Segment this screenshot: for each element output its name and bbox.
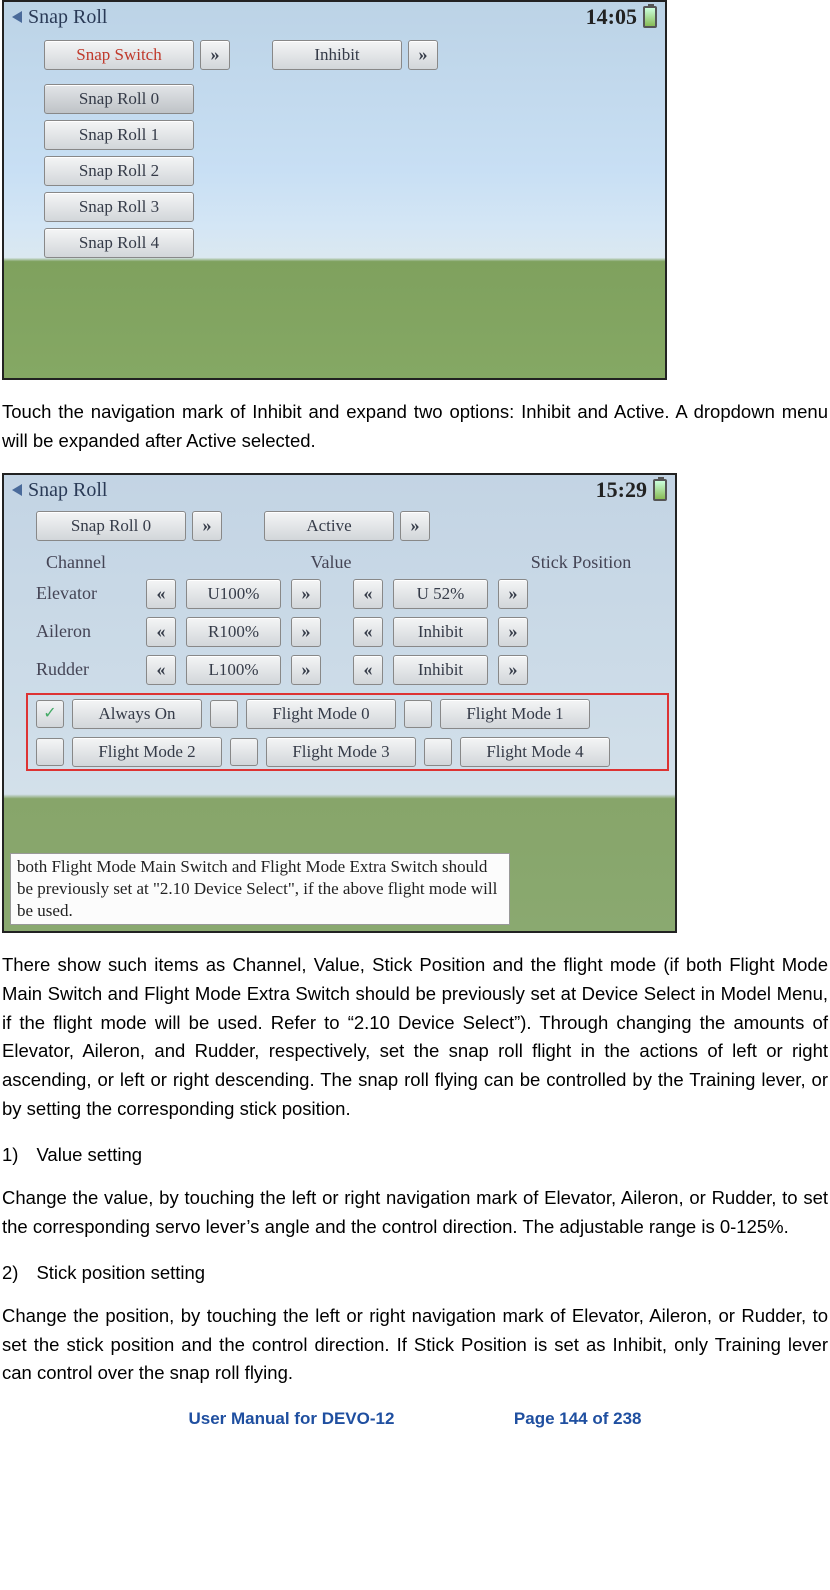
footer-manual-title: User Manual for DEVO-12: [189, 1409, 395, 1428]
clock: 14:05: [586, 0, 637, 34]
chevron-right-icon[interactable]: »: [498, 655, 528, 685]
chevron-right-icon[interactable]: »: [498, 579, 528, 609]
page-footer: User Manual for DEVO-12 Page 144 of 238: [2, 1406, 828, 1432]
section-heading-1: 1)Value setting: [2, 1141, 828, 1170]
back-icon[interactable]: [12, 11, 22, 23]
section-heading-2: 2)Stick position setting: [2, 1259, 828, 1288]
flight-mode-1-checkbox[interactable]: [404, 700, 432, 728]
chevron-right-icon[interactable]: »: [200, 40, 230, 70]
mode-flight-3[interactable]: Flight Mode 3: [266, 737, 416, 767]
flight-mode-2-checkbox[interactable]: [36, 738, 64, 766]
flight-mode-4-checkbox[interactable]: [424, 738, 452, 766]
back-icon[interactable]: [12, 484, 22, 496]
active-button[interactable]: Active: [264, 511, 394, 541]
footer-page-number: Page 144 of 238: [514, 1409, 642, 1428]
mode-always-on[interactable]: Always On: [72, 699, 202, 729]
channel-row-rudder: Rudder « L100% » « Inhibit »: [36, 655, 528, 685]
inhibit-button[interactable]: Inhibit: [272, 40, 402, 70]
list-item[interactable]: Snap Roll 1: [44, 120, 194, 150]
battery-icon: [653, 479, 667, 501]
mode-flight-0[interactable]: Flight Mode 0: [246, 699, 396, 729]
channel-label: Aileron: [36, 618, 136, 646]
stick-position-field[interactable]: Inhibit: [393, 655, 488, 685]
battery-icon: [643, 6, 657, 28]
chevron-right-icon[interactable]: »: [291, 617, 321, 647]
snap-switch-button[interactable]: Snap Switch: [44, 40, 194, 70]
screenshot-snap-roll-inhibit: Snap Roll 14:05 Snap Switch » Inhibit » …: [2, 0, 667, 380]
list-item[interactable]: Snap Roll 3: [44, 192, 194, 222]
body-paragraph: Change the position, by touching the lef…: [2, 1302, 828, 1388]
snap-roll-selector[interactable]: Snap Roll 0: [36, 511, 186, 541]
status-bar: Snap Roll 15:29: [4, 475, 675, 505]
header-channel: Channel: [46, 549, 166, 577]
chevron-right-icon[interactable]: »: [192, 511, 222, 541]
list-item[interactable]: Snap Roll 4: [44, 228, 194, 258]
channel-label: Rudder: [36, 656, 136, 684]
screen-title: Snap Roll: [28, 2, 107, 33]
channel-label: Elevator: [36, 580, 136, 608]
chevron-right-icon[interactable]: »: [291, 655, 321, 685]
body-paragraph: Change the value, by touching the left o…: [2, 1184, 828, 1241]
chevron-right-icon[interactable]: »: [498, 617, 528, 647]
body-paragraph: There show such items as Channel, Value,…: [2, 951, 828, 1123]
status-bar: Snap Roll 14:05: [4, 2, 665, 32]
channel-row-elevator: Elevator « U100% » « U 52% »: [36, 579, 528, 609]
chevron-left-icon[interactable]: «: [353, 579, 383, 609]
header-value: Value: [256, 549, 406, 577]
chevron-right-icon[interactable]: »: [400, 511, 430, 541]
channel-row-aileron: Aileron « R100% » « Inhibit »: [36, 617, 528, 647]
header-stick-position: Stick Position: [496, 549, 666, 577]
list-item[interactable]: Snap Roll 2: [44, 156, 194, 186]
value-field[interactable]: U100%: [186, 579, 281, 609]
body-paragraph: Touch the navigation mark of Inhibit and…: [2, 398, 828, 455]
chevron-right-icon[interactable]: »: [291, 579, 321, 609]
mode-flight-1[interactable]: Flight Mode 1: [440, 699, 590, 729]
chevron-left-icon[interactable]: «: [146, 617, 176, 647]
flight-mode-3-checkbox[interactable]: [230, 738, 258, 766]
chevron-left-icon[interactable]: «: [146, 655, 176, 685]
list-item[interactable]: Snap Roll 0: [44, 84, 194, 114]
flight-mode-0-checkbox[interactable]: [210, 700, 238, 728]
stick-position-field[interactable]: U 52%: [393, 579, 488, 609]
screen-title: Snap Roll: [28, 475, 107, 506]
stick-position-field[interactable]: Inhibit: [393, 617, 488, 647]
flight-mode-note: both Flight Mode Main Switch and Flight …: [10, 853, 510, 925]
chevron-left-icon[interactable]: «: [353, 655, 383, 685]
chevron-left-icon[interactable]: «: [353, 617, 383, 647]
column-headers: Channel Value Stick Position: [46, 549, 666, 577]
value-field[interactable]: R100%: [186, 617, 281, 647]
snap-roll-list: Snap Roll 0 Snap Roll 1 Snap Roll 2 Snap…: [44, 84, 194, 258]
mode-flight-2[interactable]: Flight Mode 2: [72, 737, 222, 767]
screenshot-snap-roll-active: Snap Roll 15:29 Snap Roll 0 » Active » C…: [2, 473, 677, 933]
clock: 15:29: [596, 473, 647, 507]
chevron-right-icon[interactable]: »: [408, 40, 438, 70]
mode-flight-4[interactable]: Flight Mode 4: [460, 737, 610, 767]
always-on-checkbox[interactable]: ✓: [36, 700, 64, 728]
value-field[interactable]: L100%: [186, 655, 281, 685]
chevron-left-icon[interactable]: «: [146, 579, 176, 609]
